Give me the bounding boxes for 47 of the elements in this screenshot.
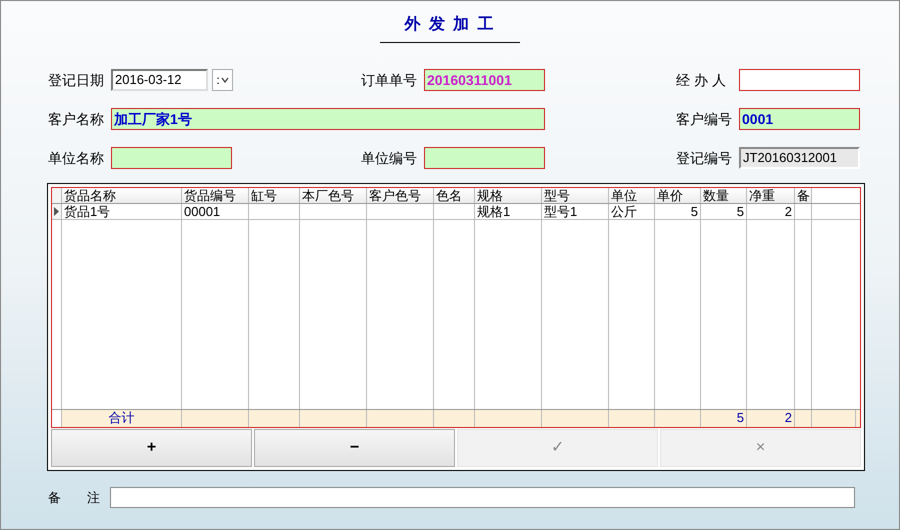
text-field[interactable]: 0001 bbox=[739, 108, 860, 130]
column-header: 色名 bbox=[434, 188, 475, 203]
total-cell: 合计 bbox=[62, 410, 182, 427]
text-field[interactable]: JT20160312001 bbox=[739, 147, 860, 169]
table-cell: 货品1号 bbox=[62, 204, 182, 219]
column-header: 数量 bbox=[701, 188, 747, 203]
column-header: 净重 bbox=[747, 188, 795, 203]
column-header: 单位 bbox=[609, 188, 655, 203]
field-label: 客户名称 bbox=[48, 110, 105, 128]
table-cell: 2 bbox=[747, 204, 795, 219]
column-header: 型号 bbox=[542, 188, 609, 203]
text-field[interactable]: 20160311001 bbox=[424, 69, 545, 91]
field-label: 经 办 人 bbox=[676, 70, 727, 90]
field-label: 单位编号 bbox=[361, 148, 418, 168]
field-label: 订单单号 bbox=[361, 70, 418, 90]
total-cell: 2 bbox=[747, 410, 795, 427]
table-cell: 公斤 bbox=[609, 204, 655, 219]
text-field[interactable]: 加工厂家1号 bbox=[111, 108, 545, 130]
toolbar-button[interactable]: − bbox=[254, 429, 455, 467]
date-field[interactable]: 2016-03-12 bbox=[111, 69, 208, 91]
column-header: 客户色号 bbox=[367, 188, 434, 203]
text-field[interactable] bbox=[111, 147, 232, 169]
column-header: 单价 bbox=[655, 188, 701, 203]
field-label: 单位名称 bbox=[48, 148, 105, 168]
column-header: 本厂色号 bbox=[300, 188, 367, 203]
total-cell: 5 bbox=[701, 410, 747, 427]
dropdown-button[interactable]: : bbox=[212, 69, 233, 91]
remarks-field[interactable] bbox=[110, 487, 855, 508]
text-field[interactable] bbox=[739, 69, 860, 91]
toolbar-button[interactable]: + bbox=[51, 429, 252, 467]
field-label: 客户编号 bbox=[676, 110, 733, 128]
column-header: 货品名称 bbox=[62, 188, 182, 203]
column-header: 货品编号 bbox=[182, 188, 249, 203]
field-label: 登记日期 bbox=[48, 70, 105, 90]
table-cell: 型号1 bbox=[542, 204, 609, 219]
table-cell: 00001 bbox=[182, 204, 249, 219]
field-label: 备 注 bbox=[48, 488, 101, 507]
page-title: 外 发 加 工 bbox=[404, 14, 496, 35]
column-header: 缸号 bbox=[249, 188, 300, 203]
column-header: 备 bbox=[795, 188, 812, 203]
text-field[interactable] bbox=[424, 147, 545, 169]
table-cell: 5 bbox=[655, 204, 701, 219]
table-cell: 5 bbox=[701, 204, 747, 219]
chevron-down-icon bbox=[220, 77, 229, 83]
table-cell: 规格1 bbox=[475, 204, 542, 219]
column-header: 规格 bbox=[475, 188, 542, 203]
field-label: 登记编号 bbox=[676, 148, 733, 168]
